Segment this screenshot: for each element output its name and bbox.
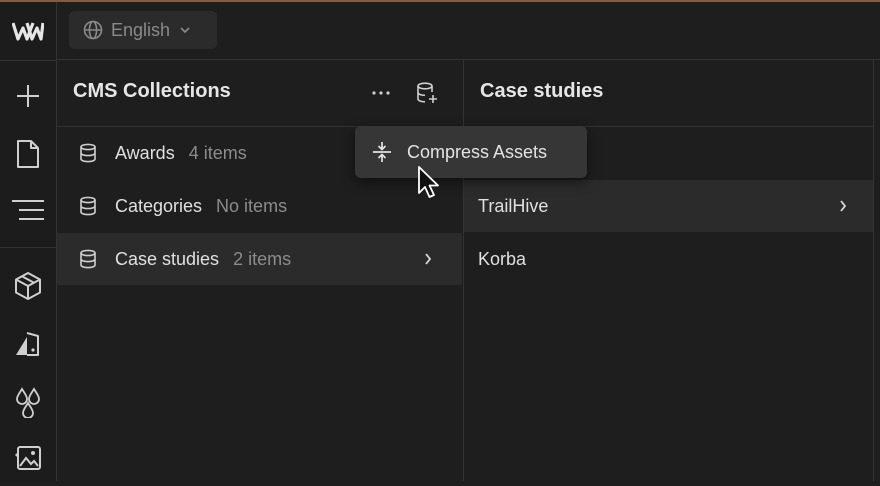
menu-item-label: Compress Assets	[407, 141, 548, 162]
panel-title: CMS Collections	[73, 80, 231, 102]
panel-title: Case studies	[480, 80, 604, 102]
cms-collections-panel: CMS Collections Awards 4 items Categorie…	[57, 60, 464, 481]
globe-icon	[83, 20, 103, 40]
collections-header: CMS Collections	[57, 60, 463, 127]
language-selector[interactable]: English	[69, 11, 217, 49]
database-icon	[79, 143, 99, 163]
compress-assets-menu-item[interactable]: Compress Assets	[355, 126, 587, 178]
collection-name: Awards	[115, 142, 175, 163]
case-studies-header: Case studies	[464, 60, 873, 127]
rail-divider	[0, 247, 56, 248]
more-options-icon[interactable]	[369, 78, 393, 108]
page-icon[interactable]	[0, 126, 56, 182]
chevron-right-icon	[423, 251, 433, 267]
style-icon[interactable]	[0, 316, 56, 372]
collection-count: No items	[216, 195, 288, 216]
assets-icon[interactable]	[0, 430, 56, 486]
top-bar: English	[57, 2, 880, 60]
colors-icon[interactable]	[0, 374, 56, 430]
mouse-cursor-icon	[417, 165, 441, 206]
language-label: English	[111, 19, 171, 40]
case-study-item-trailhive[interactable]: TrailHive	[464, 180, 873, 232]
plus-icon[interactable]	[0, 68, 56, 124]
compress-icon	[371, 141, 393, 163]
collection-name: Case studies	[115, 248, 220, 269]
add-collection-icon[interactable]	[413, 78, 441, 108]
item-name: TrailHive	[478, 195, 549, 216]
collection-count: 4 items	[188, 142, 247, 163]
webflow-logo-icon[interactable]	[0, 2, 56, 61]
collection-item-categories[interactable]: Categories No items	[57, 180, 462, 232]
chevron-right-icon	[838, 198, 848, 214]
left-toolbar	[0, 2, 57, 481]
case-study-item-korba[interactable]: Korba	[464, 233, 873, 285]
case-studies-panel: Case studies TrailHive Korba	[464, 60, 874, 481]
database-icon	[79, 249, 99, 269]
components-icon[interactable]	[0, 258, 56, 314]
collection-item-case-studies[interactable]: Case studies 2 items	[57, 233, 462, 285]
item-name: Korba	[478, 248, 527, 269]
collection-name: Categories	[115, 195, 203, 216]
database-icon	[79, 196, 99, 216]
chevron-down-icon	[179, 26, 191, 34]
navigator-icon[interactable]	[0, 182, 56, 238]
collection-count: 2 items	[233, 248, 292, 269]
